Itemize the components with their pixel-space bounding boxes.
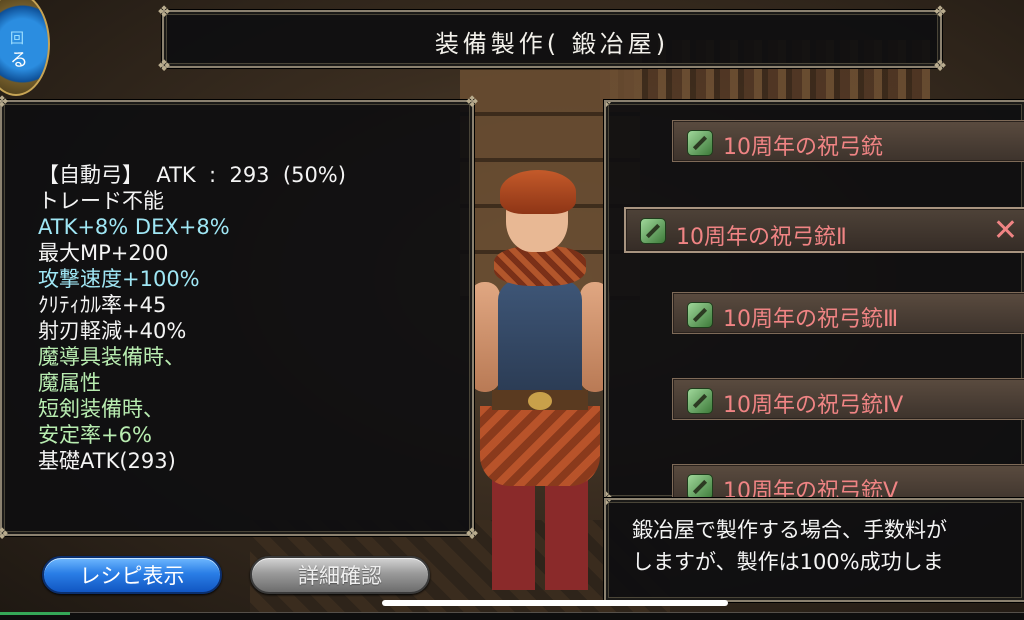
character-skirt — [480, 406, 600, 486]
recipe-item[interactable]: 10周年の祝弓銃Ⅲ — [672, 292, 1024, 334]
weapon-craft-icon — [687, 130, 713, 156]
frame-ornament-icon: ❖ — [606, 500, 615, 509]
character-left-arm — [470, 282, 500, 392]
recipe-item[interactable]: 10周年の祝弓銃Ⅳ — [672, 378, 1024, 420]
close-icon[interactable]: ✕ — [993, 215, 1018, 247]
character-legs — [492, 480, 588, 590]
recipe-item[interactable]: 10周年の祝弓銃Ⅴ — [672, 464, 1024, 500]
emblem-glyph-top: 回 — [10, 31, 24, 47]
stat-line-magic-attribute: 魔属性 — [38, 371, 101, 395]
recipe-item-label: 10周年の祝弓銃Ⅱ — [676, 225, 847, 250]
frame-ornament-icon: ❖ — [932, 2, 948, 21]
bottom-progress-indicator — [0, 612, 70, 615]
character-torso — [498, 280, 582, 400]
stat-line-weapon-type: 【自動弓】 ATK : 293 (50%) — [38, 163, 346, 187]
recipe-item[interactable]: 10周年の祝弓銃 — [672, 120, 1024, 162]
stat-line-stability: 安定率+6% — [38, 423, 152, 447]
detail-check-button[interactable]: 詳細確認 — [250, 556, 430, 594]
character-buckle — [528, 392, 552, 410]
recipe-list-panel: ❖ ❖ 10周年の祝弓銃 10周年の祝弓銃Ⅱ ✕ 10周年の祝弓銃Ⅲ 10周年の… — [604, 100, 1024, 500]
player-character — [470, 170, 610, 600]
stat-line-max-mp: 最大MP+200 — [38, 241, 169, 265]
frame-ornament-icon: ❖ — [932, 56, 948, 75]
weapon-craft-icon — [687, 474, 713, 498]
emblem-glyph-bottom: る — [10, 50, 28, 71]
title-bar: ❖ ❖ ❖ ❖ 装備製作( 鍛冶屋) — [157, 3, 947, 75]
stat-line-ranged-reduction: 射刃軽減+40% — [38, 319, 187, 343]
frame-ornament-icon: ❖ — [464, 524, 480, 543]
npc-message-text: 鍛冶屋で製作する場合、手数料が しますが、製作は100%成功しま — [632, 514, 1024, 578]
frame-ornament-icon: ❖ — [0, 92, 10, 111]
recipe-item-selected[interactable]: 10周年の祝弓銃Ⅱ ✕ — [624, 207, 1024, 253]
stat-line-trade: トレード不能 — [38, 189, 164, 213]
weapon-craft-icon — [640, 218, 666, 244]
back-emblem-button[interactable]: 回 る — [0, 0, 50, 96]
frame-ornament-icon: ❖ — [156, 2, 172, 21]
stat-line-magic-tool-condition: 魔導具装備時、 — [38, 345, 185, 369]
home-indicator[interactable] — [382, 600, 728, 606]
weapon-craft-icon — [687, 388, 713, 414]
npc-message-line: 鍛冶屋で製作する場合、手数料が — [632, 518, 947, 542]
stat-line-critical: ｸﾘﾃｨｶﾙ率+45 — [38, 293, 167, 317]
frame-ornament-icon: ❖ — [464, 92, 480, 111]
frame-ornament-icon: ❖ — [606, 102, 615, 111]
npc-message-panel: ❖ 鍛冶屋で製作する場合、手数料が しますが、製作は100%成功しま — [604, 498, 1024, 602]
recipe-item-label: 10周年の祝弓銃 — [723, 135, 883, 160]
weapon-craft-icon — [687, 302, 713, 328]
stat-line-attack-speed: 攻撃速度+100% — [38, 267, 200, 291]
character-scarf — [494, 246, 586, 286]
item-stats-list: 【自動弓】 ATK : 293 (50%) トレード不能 ATK+8% DEX+… — [38, 162, 462, 474]
character-hair — [500, 170, 576, 214]
stat-line-atk-dex: ATK+8% DEX+8% — [38, 215, 230, 239]
page-title: 装備製作( 鍛冶屋) — [434, 30, 670, 58]
recipe-item-label: 10周年の祝弓銃Ⅳ — [723, 393, 904, 418]
frame-ornament-icon: ❖ — [156, 56, 172, 75]
stat-line-dagger-condition: 短剣装備時、 — [38, 397, 164, 421]
show-recipe-button[interactable]: レシピ表示 — [42, 556, 222, 594]
recipe-item-label: 10周年の祝弓銃Ⅲ — [723, 307, 899, 332]
npc-message-line: しますが、製作は100%成功しま — [632, 550, 944, 574]
stat-line-base-atk: 基礎ATK(293) — [38, 449, 176, 473]
recipe-item-label: 10周年の祝弓銃Ⅴ — [723, 479, 899, 500]
frame-ornament-icon: ❖ — [0, 524, 10, 543]
item-stats-panel: ❖ ❖ ❖ ❖ 【自動弓】 ATK : 293 (50%) トレード不能 ATK… — [0, 93, 479, 543]
